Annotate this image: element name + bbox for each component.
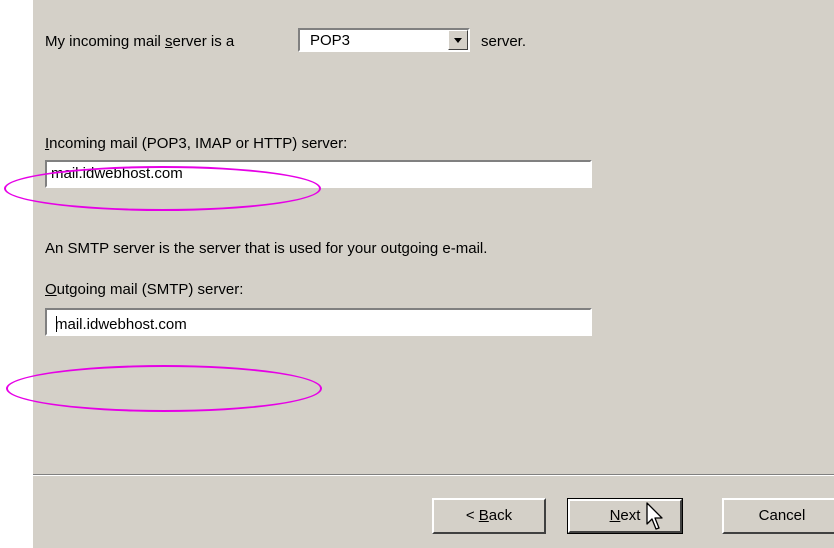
incoming-server-label: Incoming mail (POP3, IMAP or HTTP) serve… — [45, 135, 348, 152]
annotation-ellipse-incoming — [4, 166, 321, 211]
mail-account-wizard-page: My incoming mail server is a POP3 server… — [33, 0, 834, 548]
footer-divider-highlight — [33, 475, 834, 476]
arrow-cursor-icon — [646, 502, 663, 530]
annotation-ellipse-outgoing — [6, 365, 322, 412]
server-type-select[interactable]: POP3 — [298, 28, 470, 52]
chevron-down-icon[interactable] — [448, 30, 468, 50]
outgoing-server-input[interactable]: mail.idwebhost.com — [45, 308, 592, 336]
server-type-suffix: server. — [481, 33, 527, 50]
smtp-explanation: An SMTP server is the server that is use… — [45, 240, 488, 257]
back-button[interactable]: < Back — [432, 498, 546, 534]
server-type-label: My incoming mail server is a — [45, 33, 235, 50]
text-caret — [56, 316, 57, 332]
cancel-button[interactable]: Cancel — [722, 498, 834, 534]
outgoing-server-label: Outgoing mail (SMTP) server: — [45, 281, 244, 298]
server-type-value: POP3 — [310, 32, 351, 49]
